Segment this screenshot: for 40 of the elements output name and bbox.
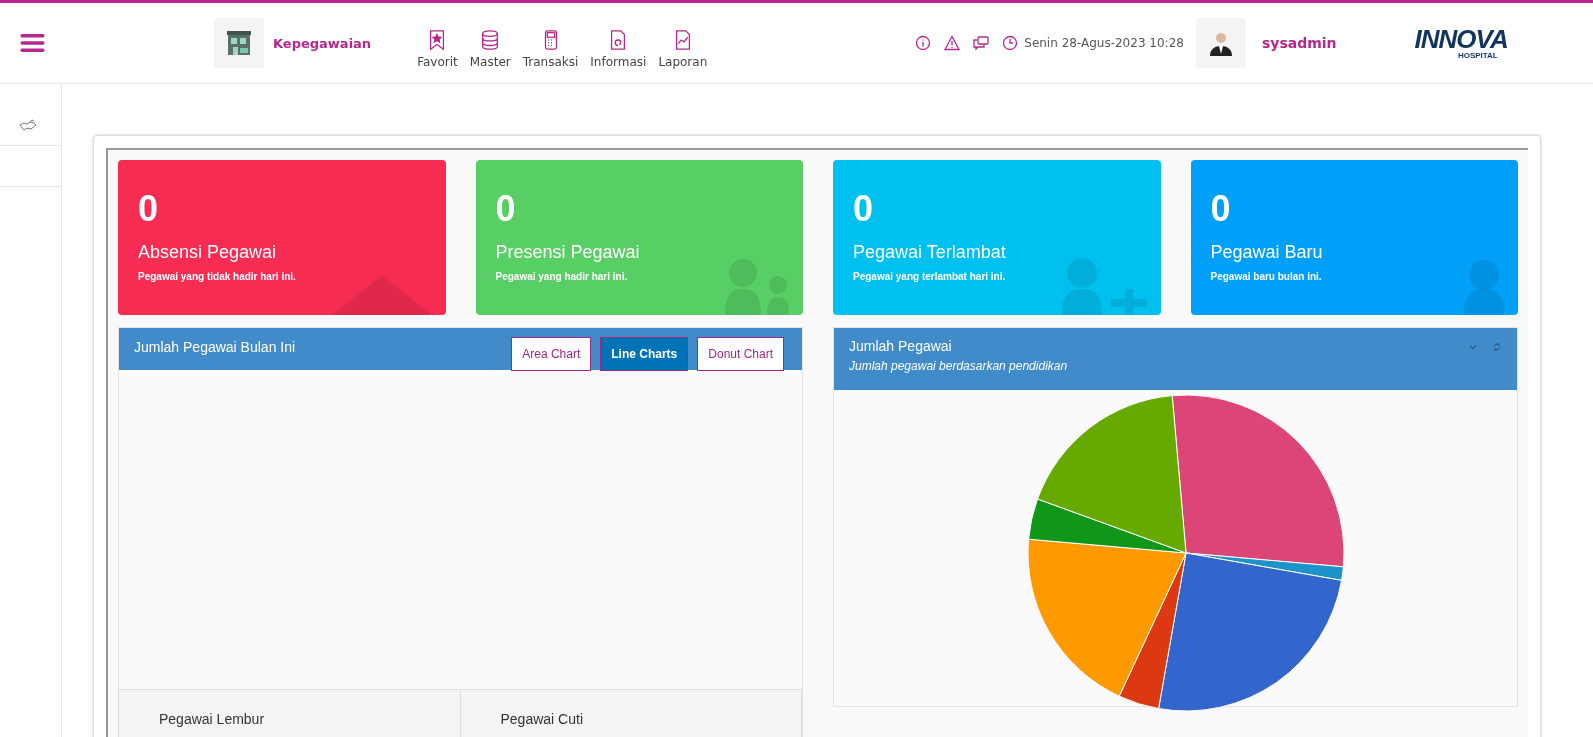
summary-title: Pegawai Cuti xyxy=(500,711,583,727)
info-icon[interactable] xyxy=(915,35,932,51)
stat-title: Absensi Pegawai xyxy=(138,242,278,263)
module-name[interactable]: Kepegawaian xyxy=(273,35,372,51)
clock-icon xyxy=(1002,35,1019,51)
username[interactable]: sysadmin xyxy=(1261,35,1337,51)
person-icon xyxy=(1464,260,1504,315)
chart-tab[interactable]: Line Charts xyxy=(600,337,689,371)
stat-value: 0 xyxy=(495,188,517,230)
stat-title: Pegawai Baru xyxy=(1210,242,1324,263)
nav-item[interactable]: Informasi xyxy=(588,29,649,69)
building-icon xyxy=(214,18,264,68)
stat-value: 0 xyxy=(138,188,160,230)
nav-item[interactable]: Favorit xyxy=(415,29,460,69)
stat-subtitle: Pegawai yang tidak hadir hari ini. xyxy=(138,271,297,282)
summary-title: Pegawai Lembur xyxy=(159,711,265,727)
stat-value: 0 xyxy=(853,188,875,230)
date-time: Senin 28-Agus-2023 10:28 xyxy=(1024,36,1184,50)
person-add-icon xyxy=(1061,258,1147,315)
triangle-icon xyxy=(331,275,432,315)
nav-item[interactable]: Master xyxy=(467,29,513,69)
stat-subtitle: Pegawai yang hadir hari ini. xyxy=(495,271,629,282)
nav-item[interactable]: Transaksi xyxy=(520,29,581,69)
people-icon xyxy=(725,259,789,315)
menu-icon[interactable] xyxy=(20,33,45,53)
panel-subtitle: Jumlah pegawai berdasarkan pendidikan xyxy=(849,359,1068,373)
panel-title: Jumlah Pegawai Bulan Ini xyxy=(134,338,296,357)
stat-title: Presensi Pegawai xyxy=(495,242,641,263)
chart-tab[interactable]: Donut Chart xyxy=(697,337,784,371)
hospital-logo: INNOVA HOSPITAL xyxy=(1414,26,1508,60)
stat-title: Pegawai Terlambat xyxy=(853,242,1007,263)
chat-icon[interactable] xyxy=(973,35,990,51)
chart-tab[interactable]: Area Chart xyxy=(511,337,592,371)
nav-item[interactable]: Laporan xyxy=(656,29,710,69)
stat-subtitle: Pegawai baru bulan ini. xyxy=(1210,271,1323,282)
avatar-icon[interactable] xyxy=(1195,18,1246,68)
panel-title: Jumlah Pegawai xyxy=(849,338,953,354)
stat-value: 0 xyxy=(1210,188,1232,230)
stat-subtitle: Pegawai yang terlambat hari ini. xyxy=(853,271,1007,282)
warning-icon[interactable] xyxy=(944,35,961,51)
